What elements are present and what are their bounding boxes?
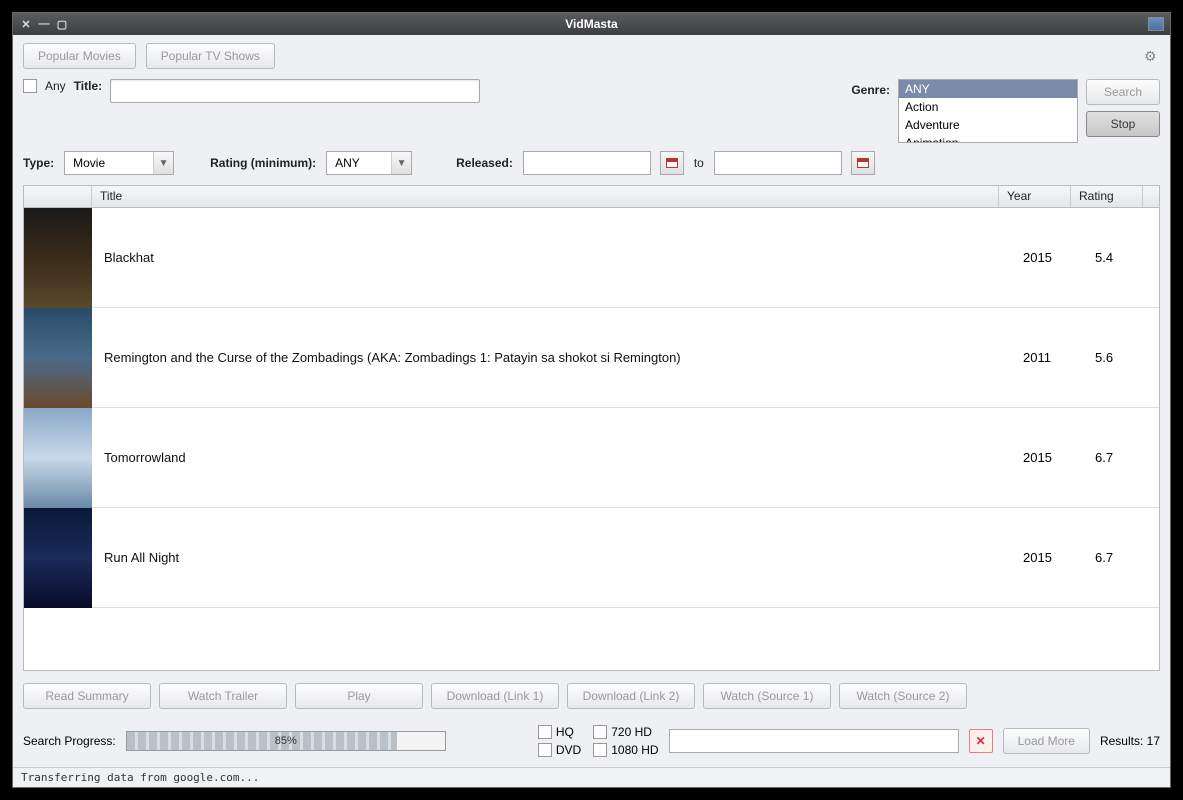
load-more-button[interactable]: Load More	[1003, 728, 1090, 754]
genre-item[interactable]: Adventure	[899, 116, 1077, 134]
watch-source2-button[interactable]: Watch (Source 2)	[839, 683, 967, 709]
any-checkbox[interactable]	[23, 79, 37, 93]
column-header-year[interactable]: Year	[999, 186, 1071, 207]
close-window-icon[interactable]: ✕	[19, 17, 33, 31]
cell-rating: 5.6	[1087, 350, 1159, 365]
type-label: Type:	[23, 156, 54, 170]
download-link1-button[interactable]: Download (Link 1)	[431, 683, 559, 709]
genre-item[interactable]: Action	[899, 98, 1077, 116]
cell-rating: 5.4	[1087, 250, 1159, 265]
title-label: Title:	[74, 79, 102, 93]
date-picker-to-button[interactable]	[851, 151, 875, 175]
cell-year: 2015	[1015, 250, 1087, 265]
hq-label: HQ	[556, 725, 574, 739]
app-window: ✕ — ▢ VidMasta Popular Movies Popular TV…	[12, 12, 1171, 788]
rating-dropdown[interactable]: ANY ▼	[326, 151, 412, 175]
column-header-poster[interactable]	[24, 186, 92, 207]
popular-tv-button[interactable]: Popular TV Shows	[146, 43, 275, 69]
progress-text: 85%	[127, 732, 445, 750]
settings-icon[interactable]: ⚙	[1144, 48, 1160, 64]
genre-item[interactable]: Animation	[899, 134, 1077, 143]
chevron-down-icon: ▼	[153, 152, 173, 174]
released-to-input[interactable]	[714, 151, 842, 175]
clear-filter-button[interactable]: ✕	[969, 729, 993, 753]
read-summary-button[interactable]: Read Summary	[23, 683, 151, 709]
results-count: Results: 17	[1100, 734, 1160, 748]
poster-thumbnail	[24, 208, 92, 308]
to-label: to	[694, 156, 704, 170]
filter-input[interactable]	[669, 729, 959, 753]
poster-thumbnail	[24, 308, 92, 408]
poster-thumbnail	[24, 408, 92, 508]
cell-title: Blackhat	[92, 250, 1015, 265]
cell-year: 2015	[1015, 550, 1087, 565]
chevron-down-icon: ▼	[391, 152, 411, 174]
released-label: Released:	[456, 156, 513, 170]
table-row[interactable]: Blackhat20155.4	[24, 208, 1159, 308]
dvd-label: DVD	[556, 743, 581, 757]
cell-year: 2015	[1015, 450, 1087, 465]
genre-list[interactable]: ANY Action Adventure Animation	[898, 79, 1078, 143]
cell-title: Tomorrowland	[92, 450, 1015, 465]
status-bar: Transferring data from google.com...	[13, 767, 1170, 787]
rating-value: ANY	[327, 156, 391, 170]
dvd-checkbox[interactable]	[538, 743, 552, 757]
popular-movies-button[interactable]: Popular Movies	[23, 43, 136, 69]
calendar-icon	[666, 158, 678, 168]
cell-title: Run All Night	[92, 550, 1015, 565]
table-row[interactable]: Run All Night20156.7	[24, 508, 1159, 608]
app-icon	[1148, 17, 1164, 31]
progress-bar: 85%	[126, 731, 446, 751]
genre-item[interactable]: ANY	[899, 80, 1077, 98]
minimize-window-icon[interactable]: —	[37, 17, 51, 31]
genre-label: Genre:	[851, 79, 890, 97]
window-title: VidMasta	[565, 17, 617, 31]
released-from-input[interactable]	[523, 151, 651, 175]
table-row[interactable]: Tomorrowland20156.7	[24, 408, 1159, 508]
date-picker-from-button[interactable]	[660, 151, 684, 175]
calendar-icon	[857, 158, 869, 168]
download-link2-button[interactable]: Download (Link 2)	[567, 683, 695, 709]
rating-label: Rating (minimum):	[210, 156, 316, 170]
type-value: Movie	[65, 156, 153, 170]
column-header-rating[interactable]: Rating	[1071, 186, 1143, 207]
any-label: Any	[45, 79, 66, 93]
hd1080-checkbox[interactable]	[593, 743, 607, 757]
table-row[interactable]: Remington and the Curse of the Zombading…	[24, 308, 1159, 408]
search-button[interactable]: Search	[1086, 79, 1160, 105]
column-header-title[interactable]: Title	[92, 186, 999, 207]
watch-source1-button[interactable]: Watch (Source 1)	[703, 683, 831, 709]
type-dropdown[interactable]: Movie ▼	[64, 151, 174, 175]
status-text: Transferring data from google.com...	[21, 771, 259, 784]
cell-rating: 6.7	[1087, 450, 1159, 465]
stop-button[interactable]: Stop	[1086, 111, 1160, 137]
play-button[interactable]: Play	[295, 683, 423, 709]
cell-year: 2011	[1015, 350, 1087, 365]
progress-label: Search Progress:	[23, 734, 116, 748]
hq-checkbox[interactable]	[538, 725, 552, 739]
cell-title: Remington and the Curse of the Zombading…	[92, 350, 1015, 365]
titlebar: ✕ — ▢ VidMasta	[13, 13, 1170, 35]
watch-trailer-button[interactable]: Watch Trailer	[159, 683, 287, 709]
poster-thumbnail	[24, 508, 92, 608]
hd720-checkbox[interactable]	[593, 725, 607, 739]
title-input[interactable]	[110, 79, 480, 103]
results-table: Title Year Rating Blackhat20155.4Remingt…	[23, 185, 1160, 671]
hd720-label: 720 HD	[611, 725, 652, 739]
hd1080-label: 1080 HD	[611, 743, 658, 757]
maximize-window-icon[interactable]: ▢	[55, 17, 69, 31]
cell-rating: 6.7	[1087, 550, 1159, 565]
